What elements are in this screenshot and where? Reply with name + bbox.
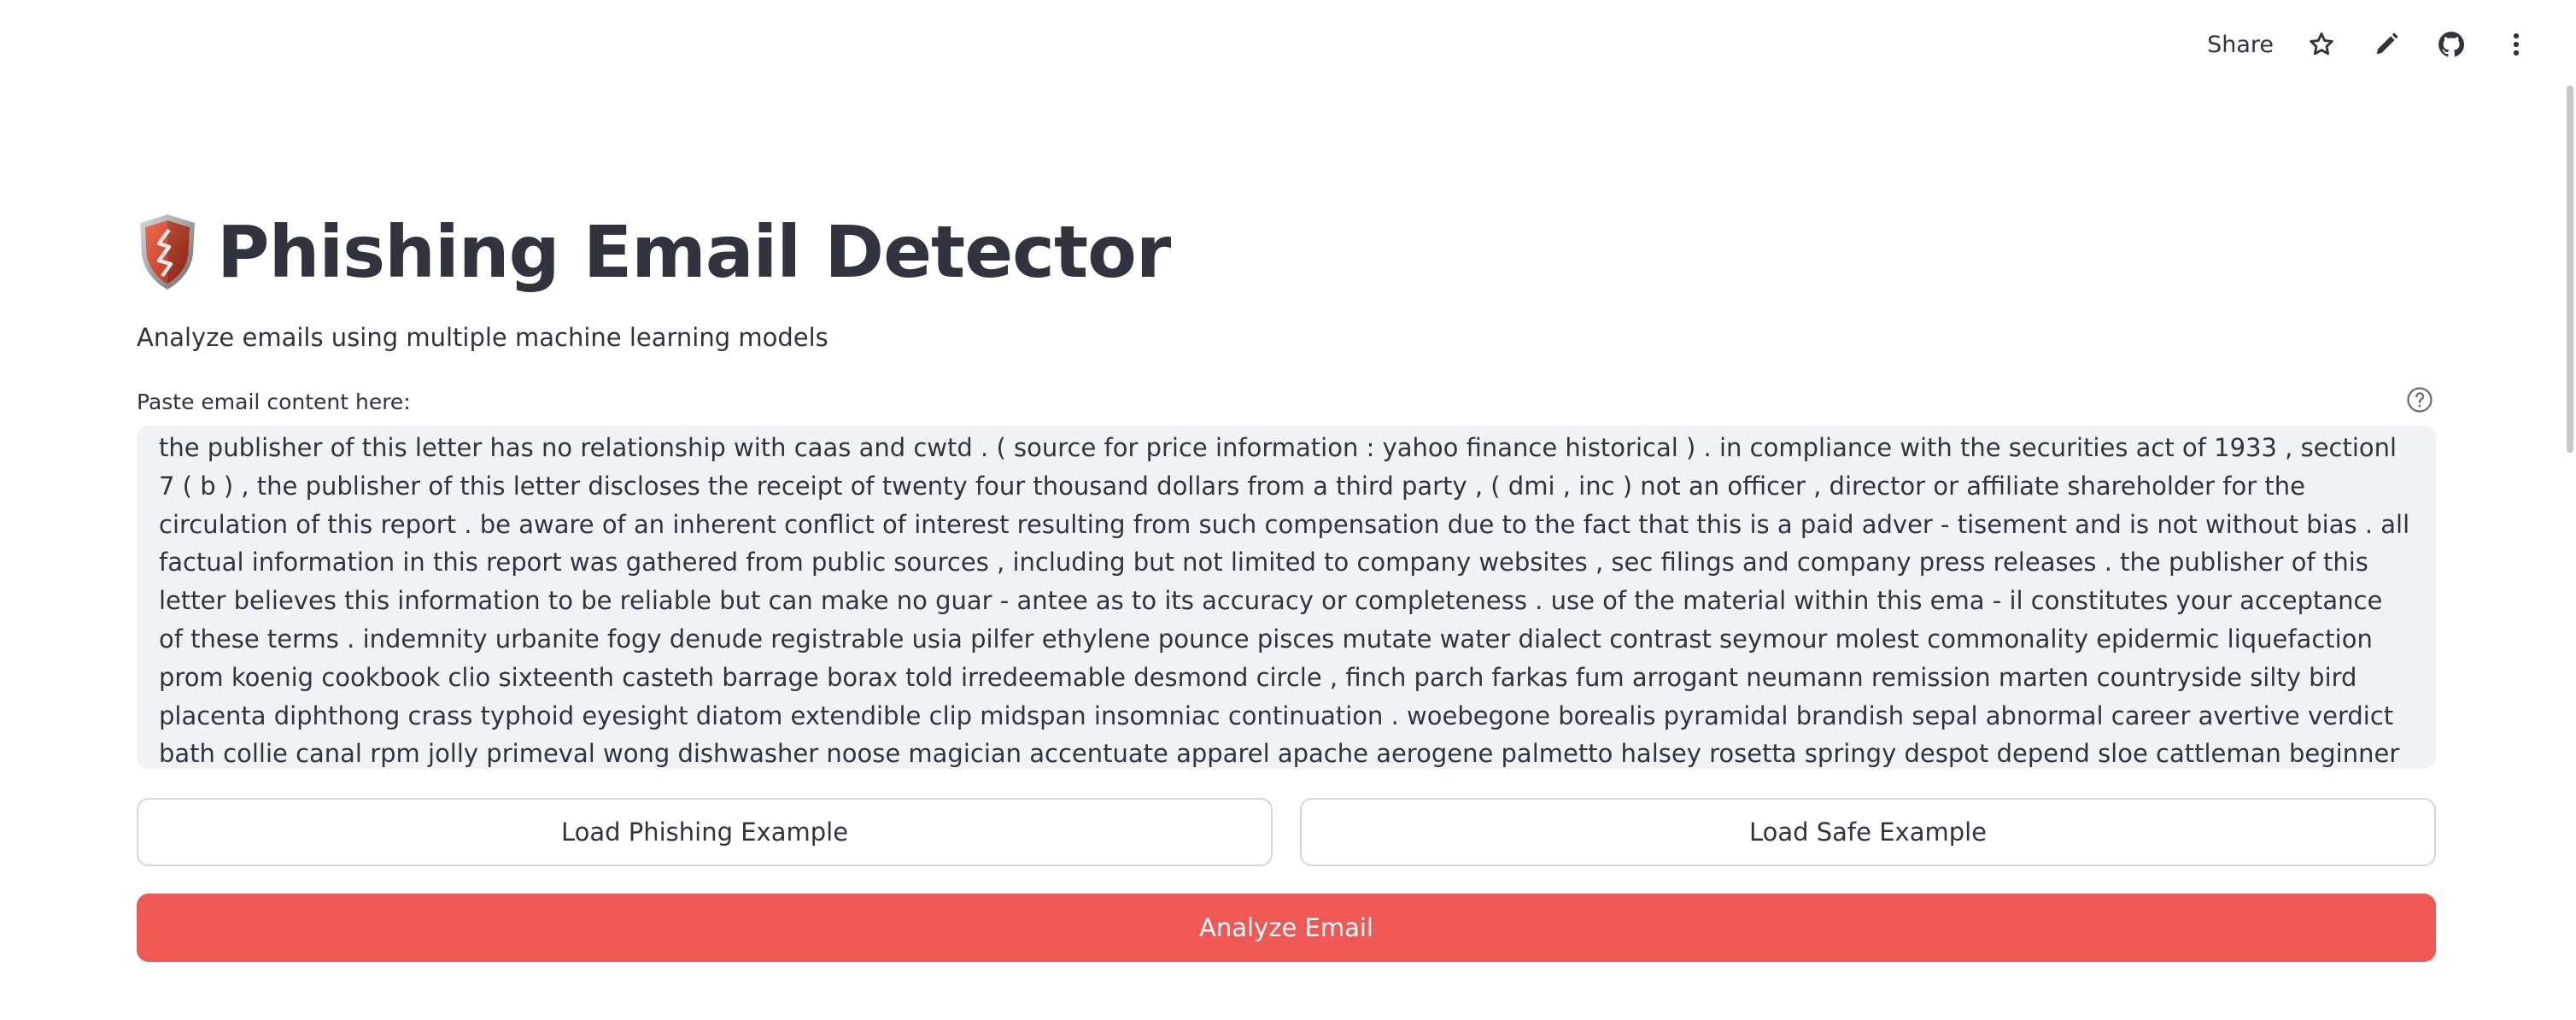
- share-button[interactable]: Share: [2204, 25, 2277, 65]
- page-title: Phishing Email Detector: [217, 210, 1171, 294]
- email-content-textarea[interactable]: the publisher of this letter has no rela…: [137, 425, 2436, 769]
- page-scrollbar[interactable]: [2564, 0, 2576, 1020]
- github-icon[interactable]: [2431, 24, 2472, 65]
- page-subtitle: Analyze emails using multiple machine le…: [137, 323, 828, 352]
- load-phishing-example-button[interactable]: Load Phishing Example: [137, 798, 1273, 866]
- load-safe-example-button[interactable]: Load Safe Example: [1300, 798, 2436, 866]
- example-buttons-row: Load Phishing Example Load Safe Example: [137, 798, 2436, 866]
- app-toolbar: Share: [2204, 21, 2537, 68]
- more-vertical-icon[interactable]: [2496, 24, 2537, 65]
- email-input-label: Paste email content here:: [137, 389, 411, 414]
- title-row: Phishing Email Detector: [137, 196, 2436, 308]
- email-input-label-row: Paste email content here:: [137, 386, 2436, 417]
- star-icon[interactable]: [2301, 24, 2342, 65]
- shield-icon: [137, 213, 198, 291]
- help-icon[interactable]: [2405, 385, 2436, 418]
- pencil-icon[interactable]: [2366, 24, 2407, 65]
- scrollbar-thumb[interactable]: [2567, 85, 2573, 453]
- analyze-email-button[interactable]: Analyze Email: [137, 894, 2436, 962]
- main-content: Phishing Email Detector Analyze emails u…: [137, 196, 2436, 962]
